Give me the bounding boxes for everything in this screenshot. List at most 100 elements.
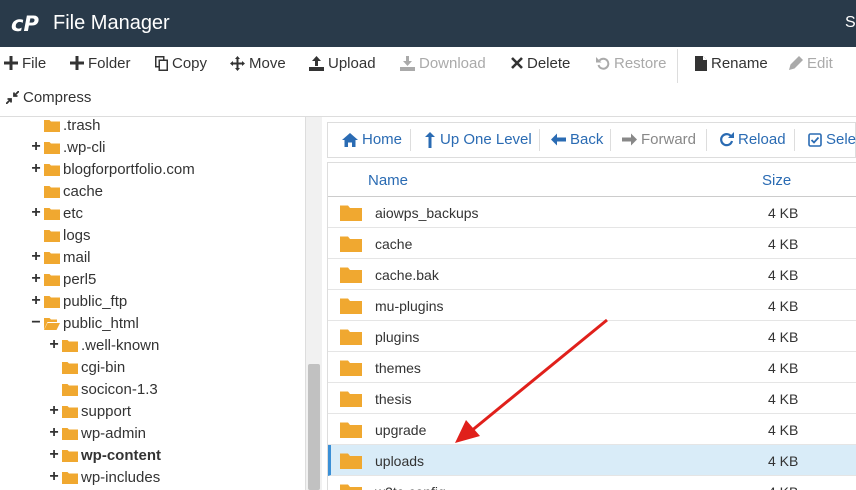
- file-size: 4 KB: [768, 484, 798, 490]
- plus-icon: [4, 56, 18, 70]
- expand-icon[interactable]: +: [30, 204, 42, 222]
- delete-button[interactable]: Delete: [511, 52, 570, 74]
- back-button[interactable]: Back: [551, 131, 603, 148]
- table-row[interactable]: plugins 4 KB: [328, 321, 856, 352]
- upload-button[interactable]: Upload: [309, 52, 376, 74]
- tree-item[interactable]: + wp-includes: [48, 466, 160, 488]
- up-one-level-label: Up One Level: [440, 131, 532, 148]
- tree-item[interactable]: + perl5: [30, 268, 96, 290]
- column-header-name[interactable]: Name: [368, 172, 408, 189]
- navigation-bar: Home Up One Level Back Forward Reload Se…: [327, 122, 856, 158]
- home-button[interactable]: Home: [342, 131, 402, 148]
- tree-item[interactable]: − public_html: [30, 312, 139, 334]
- folder-icon: [62, 361, 78, 374]
- tree-item[interactable]: + public_ftp: [30, 290, 127, 312]
- new-folder-button[interactable]: Folder: [70, 52, 131, 74]
- tree-item[interactable]: cgi-bin: [48, 356, 125, 378]
- tree-item[interactable]: + mail: [30, 246, 90, 268]
- tree-item[interactable]: cache: [30, 180, 103, 202]
- tree-item-label: .wp-cli: [63, 138, 106, 156]
- file-name[interactable]: upgrade: [375, 422, 426, 438]
- tree-item[interactable]: logs: [30, 224, 91, 246]
- table-row[interactable]: upgrade 4 KB: [328, 414, 856, 445]
- expand-icon[interactable]: +: [48, 424, 60, 442]
- expand-icon[interactable]: +: [30, 160, 42, 178]
- table-row[interactable]: cache 4 KB: [328, 228, 856, 259]
- expand-icon[interactable]: +: [30, 270, 42, 288]
- file-name[interactable]: w3tc-config: [375, 484, 446, 490]
- move-button[interactable]: Move: [230, 52, 286, 74]
- folder-icon: [62, 405, 78, 418]
- folder-icon: [44, 295, 60, 308]
- edit-button[interactable]: Edit: [789, 52, 833, 74]
- file-name[interactable]: thesis: [375, 391, 412, 407]
- restore-button[interactable]: Restore: [596, 52, 667, 74]
- table-row[interactable]: mu-plugins 4 KB: [328, 290, 856, 321]
- cpanel-logo[interactable]: cP: [11, 11, 45, 35]
- tree-item[interactable]: + .wp-cli: [30, 136, 106, 158]
- column-header-size[interactable]: Size: [762, 172, 791, 189]
- file-name[interactable]: cache: [375, 236, 412, 252]
- tree-item-label: wp-admin: [81, 424, 147, 442]
- tree-item[interactable]: .trash: [30, 117, 101, 136]
- tree-item[interactable]: + etc: [30, 202, 83, 224]
- file-name[interactable]: themes: [375, 360, 421, 376]
- folder-icon: [62, 383, 78, 396]
- folder-icon: [62, 449, 78, 462]
- copy-button[interactable]: Copy: [155, 52, 207, 74]
- file-name[interactable]: mu-plugins: [375, 298, 443, 314]
- user-menu[interactable]: S: [845, 14, 856, 32]
- delete-label: Delete: [527, 54, 571, 72]
- tree-item-label: .well-known: [81, 336, 160, 354]
- tree-item-label: etc: [63, 204, 84, 222]
- table-row[interactable]: w3tc-config 4 KB: [328, 476, 856, 490]
- download-icon: [400, 55, 415, 71]
- table-row[interactable]: themes 4 KB: [328, 352, 856, 383]
- table-row[interactable]: uploads 4 KB: [328, 445, 856, 476]
- file-name[interactable]: plugins: [375, 329, 419, 345]
- new-file-label: File: [22, 54, 47, 72]
- folder-icon: [62, 471, 78, 484]
- restore-label: Restore: [614, 54, 667, 72]
- rename-button[interactable]: Rename: [695, 52, 768, 74]
- tree-item[interactable]: + blogforportfolio.com: [30, 158, 195, 180]
- new-file-button[interactable]: File: [4, 52, 46, 74]
- file-size: 4 KB: [768, 329, 799, 345]
- download-button[interactable]: Download: [400, 52, 486, 74]
- expand-icon[interactable]: +: [30, 138, 42, 156]
- table-row[interactable]: aiowps_backups 4 KB: [328, 197, 856, 228]
- file-name[interactable]: uploads: [375, 453, 424, 469]
- file-size: 4 KB: [768, 453, 799, 469]
- file-name[interactable]: aiowps_backups: [375, 205, 479, 221]
- tree-scrollbar-thumb[interactable]: [308, 364, 320, 490]
- expand-icon[interactable]: +: [48, 402, 60, 420]
- up-one-level-button[interactable]: Up One Level: [424, 131, 532, 148]
- forward-button[interactable]: Forward: [622, 131, 696, 148]
- tree-item[interactable]: + wp-content: [48, 444, 161, 466]
- select-all-button[interactable]: Select: [808, 131, 856, 148]
- tree-item[interactable]: + support: [48, 400, 131, 422]
- expand-icon[interactable]: +: [48, 468, 60, 486]
- collapse-icon[interactable]: −: [30, 314, 42, 332]
- expand-icon[interactable]: +: [48, 446, 60, 464]
- undo-icon: [596, 57, 610, 70]
- tree-item[interactable]: + .well-known: [48, 334, 159, 356]
- file-name[interactable]: cache.bak: [375, 267, 439, 283]
- tree-item-label: blogforportfolio.com: [63, 160, 195, 178]
- reload-button[interactable]: Reload: [719, 131, 786, 148]
- folder-icon: [44, 251, 60, 264]
- table-row[interactable]: thesis 4 KB: [328, 383, 856, 414]
- folder-open-icon: [44, 317, 60, 330]
- toolbar-divider: [677, 49, 678, 83]
- compress-button[interactable]: Compress: [6, 86, 91, 108]
- folder-icon: [44, 119, 60, 132]
- tree-item[interactable]: socicon-1.3: [48, 378, 158, 400]
- tree-item[interactable]: + wp-admin: [48, 422, 146, 444]
- copy-icon: [155, 55, 168, 71]
- expand-icon[interactable]: +: [30, 248, 42, 266]
- expand-icon[interactable]: +: [48, 336, 60, 354]
- expand-icon[interactable]: +: [30, 292, 42, 310]
- table-row[interactable]: cache.bak 4 KB: [328, 259, 856, 290]
- tree-item-label: socicon-1.3: [81, 380, 158, 398]
- folder-icon: [340, 421, 362, 441]
